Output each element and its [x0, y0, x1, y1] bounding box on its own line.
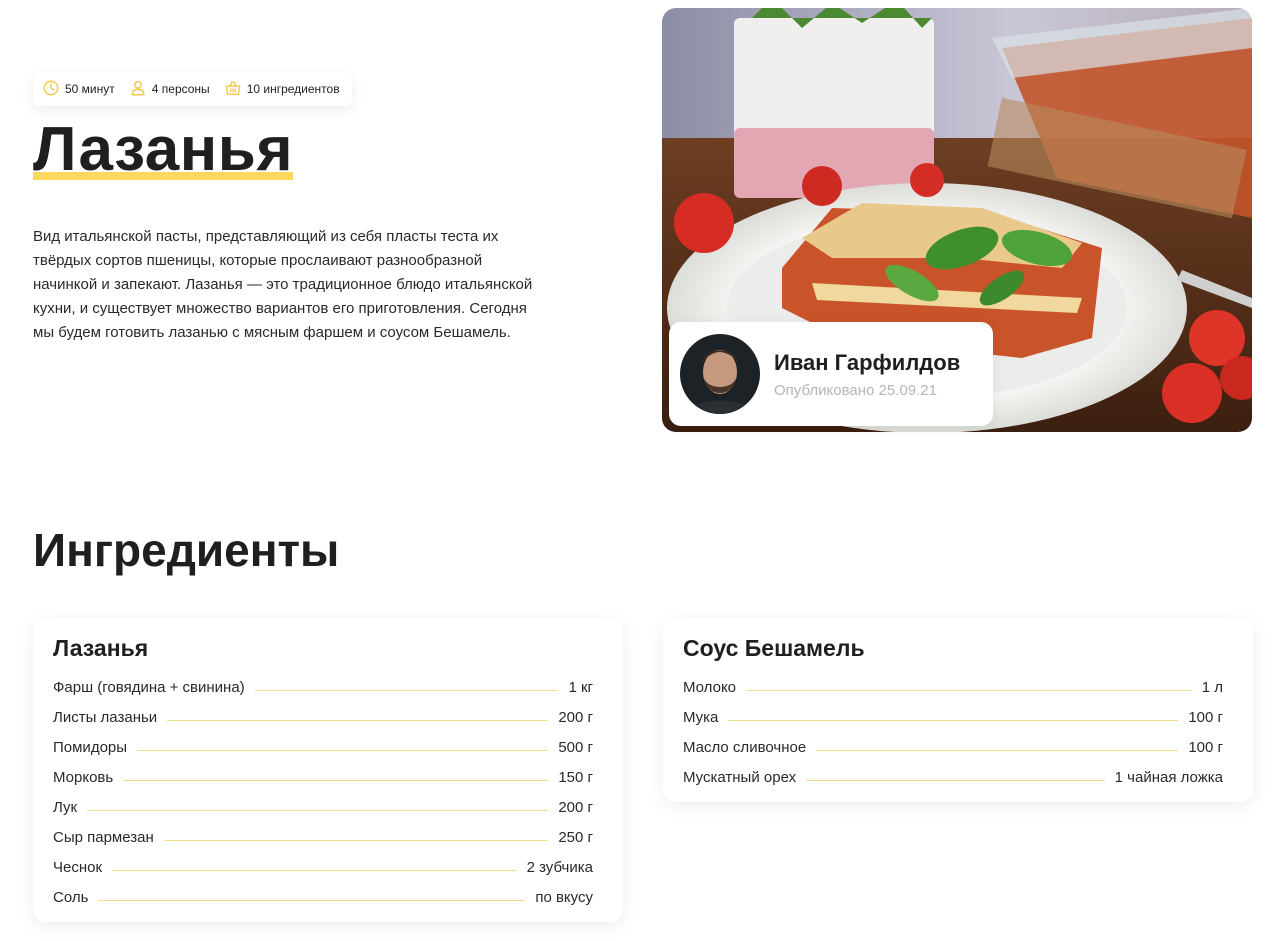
ingredient-qty: 200 г: [558, 798, 593, 816]
leader-line: [167, 719, 549, 721]
person-icon: [129, 79, 147, 100]
ingredient-row: Мука 100 г: [683, 702, 1223, 732]
ingredient-qty: 200 г: [558, 708, 593, 726]
ingredient-name: Соль: [53, 888, 89, 906]
ingredient-row: Масло сливочное 100 г: [683, 732, 1223, 762]
ingredient-qty: 100 г: [1188, 708, 1223, 726]
recipe-description: Вид итальянской пасты, представляющий из…: [33, 228, 533, 341]
ingredient-name: Помидоры: [53, 738, 128, 756]
recipe-meta-bar: 50 минут 4 персоны 10 ингредиентов: [33, 72, 352, 106]
ingredient-name: Листы лазаньи: [53, 708, 158, 726]
ingredient-qty: 150 г: [558, 768, 593, 786]
ingredient-row: Молоко 1 л: [683, 672, 1223, 702]
meta-time-label: 50 минут: [65, 82, 115, 96]
leader-line: [112, 869, 517, 871]
publish-date: Опубликовано 25.09.21: [774, 381, 937, 399]
leader-line: [87, 809, 549, 811]
leader-line: [746, 689, 1192, 691]
ingredient-name: Лук: [53, 798, 78, 816]
ingredient-name: Фарш (говядина + свинина): [53, 678, 245, 696]
ingredients-heading: Ингредиенты: [33, 524, 340, 576]
card-title: Соус Бешамель: [683, 635, 865, 661]
leader-line: [816, 749, 1179, 751]
author-avatar[interactable]: [680, 334, 760, 414]
ingredients-card-lasagna: Лазанья Фарш (говядина + свинина) 1 кг Л…: [33, 618, 623, 922]
meta-persons-label: 4 персоны: [151, 82, 210, 96]
ingredient-row: Листы лазаньи 200 г: [53, 702, 593, 732]
clock-icon: [42, 79, 60, 100]
ingredient-row: Мускатный орех 1 чайная ложка: [683, 762, 1223, 792]
recipe-title: Лазанья: [33, 112, 294, 188]
meta-ingredients: 10 ингредиентов: [224, 79, 340, 100]
leader-line: [137, 749, 549, 751]
ingredient-row: Чеснок 2 зубчика: [53, 852, 593, 882]
ingredient-qty: 2 зубчика: [526, 858, 593, 876]
leader-line: [163, 839, 549, 841]
ingredient-row: Морковь 150 г: [53, 762, 593, 792]
leader-line: [98, 899, 526, 901]
ingredient-name: Морковь: [53, 768, 114, 786]
leader-line: [728, 719, 1179, 721]
ingredient-row: Лук 200 г: [53, 792, 593, 822]
meta-persons: 4 персоны: [129, 79, 210, 100]
author-info: Иван Гарфилдов Опубликовано 25.09.21: [774, 350, 960, 399]
leader-line: [806, 779, 1105, 781]
ingredient-name: Мука: [683, 708, 719, 726]
leader-line: [254, 689, 559, 691]
ingredient-row: Фарш (говядина + свинина) 1 кг: [53, 672, 593, 702]
ingredient-qty: 500 г: [558, 738, 593, 756]
ingredient-qty: 1 л: [1201, 678, 1223, 696]
ingredients-card-bechamel: Соус Бешамель Молоко 1 л Мука 100 г Масл…: [663, 618, 1253, 802]
author-name[interactable]: Иван Гарфилдов: [774, 350, 960, 376]
ingredient-name: Молоко: [683, 678, 737, 696]
ingredient-qty: 1 кг: [568, 678, 593, 696]
recipe-title-text: Лазанья: [33, 115, 294, 184]
ingredient-qty: 100 г: [1188, 738, 1223, 756]
ingredient-name: Чеснок: [53, 858, 103, 876]
basket-icon: [224, 79, 242, 100]
ingredient-row: Сыр пармезан 250 г: [53, 822, 593, 852]
meta-time: 50 минут: [42, 79, 115, 100]
leader-line: [123, 779, 549, 781]
ingredient-name: Мускатный орех: [683, 768, 797, 786]
meta-ingredients-label: 10 ингредиентов: [246, 82, 340, 96]
card-title: Лазанья: [53, 635, 149, 661]
ingredient-qty: 250 г: [558, 828, 593, 846]
ingredient-name: Сыр пармезан: [53, 828, 154, 846]
ingredient-qty: 1 чайная ложка: [1114, 768, 1223, 786]
ingredient-row: Помидоры 500 г: [53, 732, 593, 762]
author-card[interactable]: Иван Гарфилдов Опубликовано 25.09.21: [669, 322, 993, 426]
ingredient-row: Соль по вкусу: [53, 882, 593, 912]
ingredient-qty: по вкусу: [535, 888, 593, 906]
ingredient-name: Масло сливочное: [683, 738, 807, 756]
